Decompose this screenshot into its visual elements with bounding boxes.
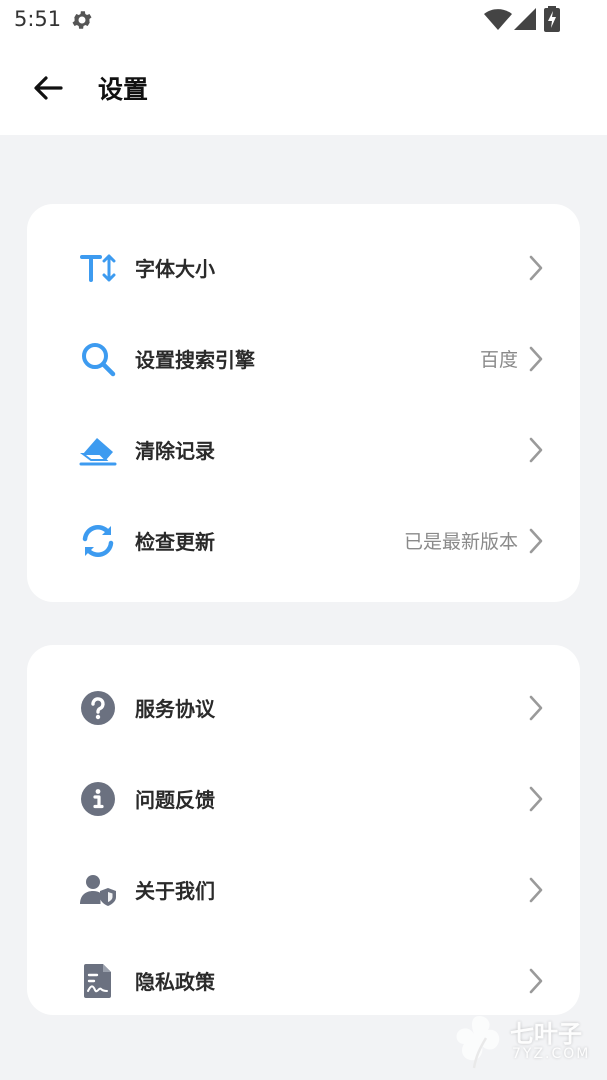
status-bar: 5:51 (0, 0, 607, 42)
chevron-right-icon (529, 968, 543, 993)
battery-charging-icon (544, 6, 560, 32)
refresh-icon (82, 524, 114, 557)
status-time: 5:51 (14, 7, 62, 31)
search-engine-value: 百度 (479, 349, 518, 371)
row-service-agreement[interactable]: 服务协议 (27, 662, 580, 753)
arrow-left-icon (34, 76, 63, 100)
row-feedback[interactable]: 问题反馈 (27, 753, 580, 844)
chevron-right-icon (529, 255, 543, 280)
back-button[interactable] (26, 66, 70, 110)
row-label: 隐私政策 (135, 970, 215, 994)
document-icon (84, 963, 111, 998)
app-bar: 设置 (0, 42, 607, 135)
gear-icon (72, 11, 92, 29)
row-label: 问题反馈 (135, 788, 215, 812)
row-font-size[interactable]: 字体大小 (27, 222, 580, 313)
leaf-logo-icon (456, 1016, 500, 1069)
chevron-right-icon (529, 528, 543, 553)
chevron-right-icon (529, 877, 543, 902)
chevron-right-icon (529, 786, 543, 811)
search-icon (82, 342, 116, 376)
signal-icon (514, 8, 536, 30)
chevron-right-icon (529, 695, 543, 720)
question-icon (81, 690, 115, 725)
user-shield-icon (80, 874, 116, 906)
row-label: 关于我们 (135, 879, 215, 903)
page-title: 设置 (98, 75, 149, 104)
wifi-icon (484, 9, 512, 30)
info-icon (81, 781, 115, 816)
row-about-us[interactable]: 关于我们 (27, 844, 580, 935)
row-label: 字体大小 (135, 257, 215, 281)
eraser-icon (79, 437, 117, 465)
row-check-update[interactable]: 检查更新 已是最新版本 (27, 495, 580, 586)
watermark-text: 七叶子 (510, 1020, 582, 1048)
update-status-value: 已是最新版本 (403, 531, 518, 553)
row-search-engine[interactable]: 设置搜索引擎 百度 (27, 313, 580, 404)
chevron-right-icon (529, 437, 543, 462)
watermark-subtext: 7YZ.COM (512, 1046, 591, 1062)
row-label: 设置搜索引擎 (135, 348, 255, 372)
chevron-right-icon (529, 346, 543, 371)
row-clear-history[interactable]: 清除记录 (27, 404, 580, 495)
watermark: 七叶子 7YZ.COM (452, 1012, 600, 1072)
font-size-icon (80, 254, 116, 282)
settings-group-about: 服务协议 问题反馈 关于我们 隐私政策 (27, 645, 580, 1015)
row-label: 清除记录 (135, 439, 215, 463)
row-label: 检查更新 (135, 530, 215, 554)
row-label: 服务协议 (135, 697, 215, 721)
settings-group-general: 字体大小 设置搜索引擎 百度 清除记录 检查更新 已是最新版本 (27, 204, 580, 602)
